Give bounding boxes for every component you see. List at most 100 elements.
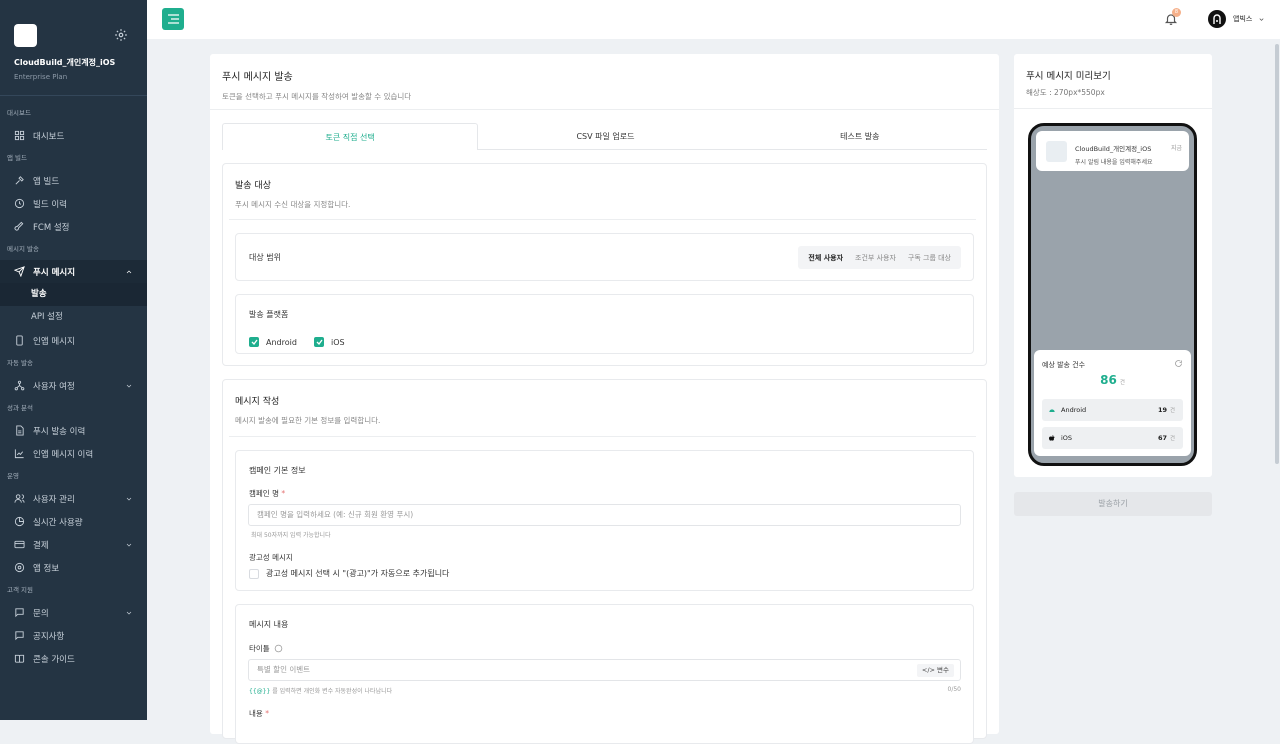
page-subtitle: 토큰을 선택하고 푸시 메시지를 작성하여 발송할 수 있습니다 (222, 92, 412, 101)
tab-token-select[interactable]: 토큰 직접 선택 (222, 123, 479, 150)
estimate-unit: 건 (1119, 380, 1125, 386)
section-analytics: 성과 분석 (7, 404, 33, 412)
sidebar-item-inapp[interactable]: 인앱 메시지 (0, 329, 147, 352)
phone-icon (16, 335, 23, 346)
android-checkbox[interactable]: Android (249, 337, 297, 347)
scope-all-users[interactable]: 전체 사용자 (802, 252, 850, 263)
ios-label: iOS (331, 337, 345, 347)
notification-time: 지금 (1170, 145, 1182, 152)
sidebar-item-notice[interactable]: 공지사항 (0, 624, 147, 647)
sidebar-item-journey[interactable]: 사용자 여정 (0, 374, 147, 397)
ad-checkbox[interactable]: 광고성 메시지 선택 시 "(광고)"가 자동으로 추가됩니다 (249, 568, 449, 579)
tab-test-send[interactable]: 테스트 발송 (732, 123, 987, 150)
avatar (1208, 10, 1226, 28)
notification-body: 푸시 알림 내용을 입력해주세요 (1075, 159, 1153, 166)
sidebar-item-label: 대시보드 (33, 131, 65, 142)
refresh-icon[interactable] (1174, 359, 1183, 368)
sidebar-item-inquiry[interactable]: 문의 (0, 601, 147, 624)
sidebar-item-label: 앱 정보 (33, 563, 60, 574)
ad-label: 광고성 메시지 (249, 553, 293, 562)
compose-card: 메시지 작성 메시지 발송에 필요한 기본 정보를 입력합니다. 캠페인 기본 … (222, 379, 987, 744)
send-button[interactable]: 발송하기 (1014, 492, 1212, 516)
estimate-total: 86 건 (1034, 373, 1191, 387)
sidebar-item-realtime[interactable]: 실시간 사용량 (0, 510, 147, 533)
sidebar-header: CloudBuild_개인계정_iOS Enterprise Plan (0, 0, 147, 96)
android-row-label: Android (1061, 406, 1087, 414)
scope-conditional-users[interactable]: 조건부 사용자 (849, 253, 902, 263)
title-input-placeholder: 특별 할인 이벤트 (257, 665, 311, 674)
sidebar-subitem-api[interactable]: API 설정 (0, 306, 147, 329)
sidebar-item-fcm[interactable]: FCM 설정 (0, 215, 147, 238)
info-icon[interactable] (274, 644, 283, 653)
chevron-down-icon (126, 543, 132, 546)
android-icon (1049, 409, 1055, 412)
sidebar-item-label: 문의 (33, 608, 49, 619)
app-logo (14, 24, 37, 47)
user-menu[interactable]: 앱빅스 (1208, 10, 1265, 28)
notification-app-name: CloudBuild_개인계정_iOS (1075, 145, 1152, 153)
android-count: 19 건 (1158, 406, 1175, 414)
sidebar-item-billing[interactable]: 결제 (0, 533, 147, 556)
card-icon (14, 540, 25, 549)
sidebar-item-push[interactable]: 푸시 메시지 (0, 260, 147, 283)
sidebar-item-console-guide[interactable]: 콘솔 가이드 (0, 647, 147, 670)
scope-box: 대상 범위 전체 사용자 조건부 사용자 구독 그룹 대상 (235, 233, 974, 281)
pie-icon (14, 516, 25, 527)
sidebar-item-user-mgmt[interactable]: 사용자 관리 (0, 487, 147, 510)
page-title: 푸시 메시지 발송 (222, 72, 293, 83)
ios-checkbox[interactable]: iOS (314, 337, 345, 347)
ios-count-row: iOS 67 건 (1042, 427, 1183, 449)
sidebar-item-label: FCM 설정 (33, 222, 70, 233)
grid-icon (14, 130, 25, 141)
sidebar-item-dashboard[interactable]: 대시보드 (0, 124, 147, 147)
app-plan: Enterprise Plan (14, 73, 68, 81)
notification-preview: CloudBuild_개인계정_iOS 지금 푸시 알림 내용을 입력해주세요 (1036, 131, 1189, 171)
campaign-section-title: 캠페인 기본 정보 (249, 466, 306, 475)
document-icon (16, 425, 24, 436)
campaign-box: 캠페인 기본 정보 캠페인 명 * 캠페인 명을 입력하세요 (예: 신규 회원… (235, 450, 974, 591)
ios-count-unit: 건 (1170, 436, 1175, 442)
settings-icon (14, 562, 25, 573)
variable-hint: {{@}} 를 입력하면 개인화 변수 자동완성이 나타납니다 (249, 686, 392, 695)
tab-csv-upload[interactable]: CSV 파일 업로드 (478, 123, 733, 150)
scrollbar-thumb[interactable] (1275, 44, 1279, 464)
target-subtitle: 푸시 메시지 수신 대상을 지정합니다. (235, 200, 351, 209)
sidebar: CloudBuild_개인계정_iOS Enterprise Plan 대시보드… (0, 0, 147, 720)
sidebar-item-app-build[interactable]: 앱 빌드 (0, 169, 147, 192)
sidebar-item-label: 공지사항 (33, 631, 65, 642)
title-input[interactable]: 특별 할인 이벤트 </> 변수 (248, 659, 961, 681)
menu-button[interactable] (162, 8, 184, 30)
gear-icon[interactable] (114, 28, 128, 42)
sidebar-subitem-send[interactable]: 발송 (0, 283, 147, 306)
tab-bar: 토큰 직접 선택 CSV 파일 업로드 테스트 발송 (222, 123, 987, 150)
chat-icon (15, 608, 24, 618)
chevron-down-icon (126, 497, 132, 500)
ad-checkbox-label: 광고성 메시지 선택 시 "(광고)"가 자동으로 추가됩니다 (266, 569, 450, 578)
campaign-hint: 최대 50자까지 입력 가능합니다 (251, 532, 331, 539)
variable-button[interactable]: </> 변수 (916, 664, 954, 677)
sidebar-item-inapp-history[interactable]: 인앱 메시지 이력 (0, 442, 147, 465)
menu-icon (167, 14, 179, 24)
estimate-card: 예상 발송 건수 86 건 Android 19 건 iOS 67 건 (1034, 350, 1191, 456)
variable-hint-text: 를 입력하면 개인화 변수 자동완성이 나타납니다 (270, 688, 393, 695)
apple-icon (1049, 435, 1055, 441)
sidebar-item-label: 사용자 여정 (33, 381, 75, 392)
content-section-title: 메시지 내용 (249, 620, 289, 629)
section-support: 고객 지원 (7, 586, 33, 594)
user-logo-icon (1213, 14, 1221, 24)
campaign-name-input[interactable]: 캠페인 명을 입력하세요 (예: 신규 회원 환영 푸시) (248, 504, 961, 526)
estimate-total-number: 86 (1100, 373, 1117, 387)
platform-label: 발송 플랫폼 (249, 310, 289, 319)
scope-subscription-group[interactable]: 구독 그룹 대상 (902, 253, 957, 263)
body-label: 내용 * (249, 708, 269, 719)
android-label: Android (266, 337, 297, 347)
sidebar-item-build-history[interactable]: 빌드 이력 (0, 192, 147, 215)
chevron-down-icon (126, 384, 132, 387)
check-icon (249, 337, 259, 347)
history-icon (14, 198, 25, 209)
sidebar-item-app-info[interactable]: 앱 정보 (0, 556, 147, 579)
preview-title: 푸시 메시지 미리보기 (1026, 71, 1111, 82)
sidebar-item-label: 빌드 이력 (33, 199, 67, 210)
sidebar-item-push-history[interactable]: 푸시 발송 이력 (0, 419, 147, 442)
ios-count: 67 건 (1158, 434, 1175, 442)
